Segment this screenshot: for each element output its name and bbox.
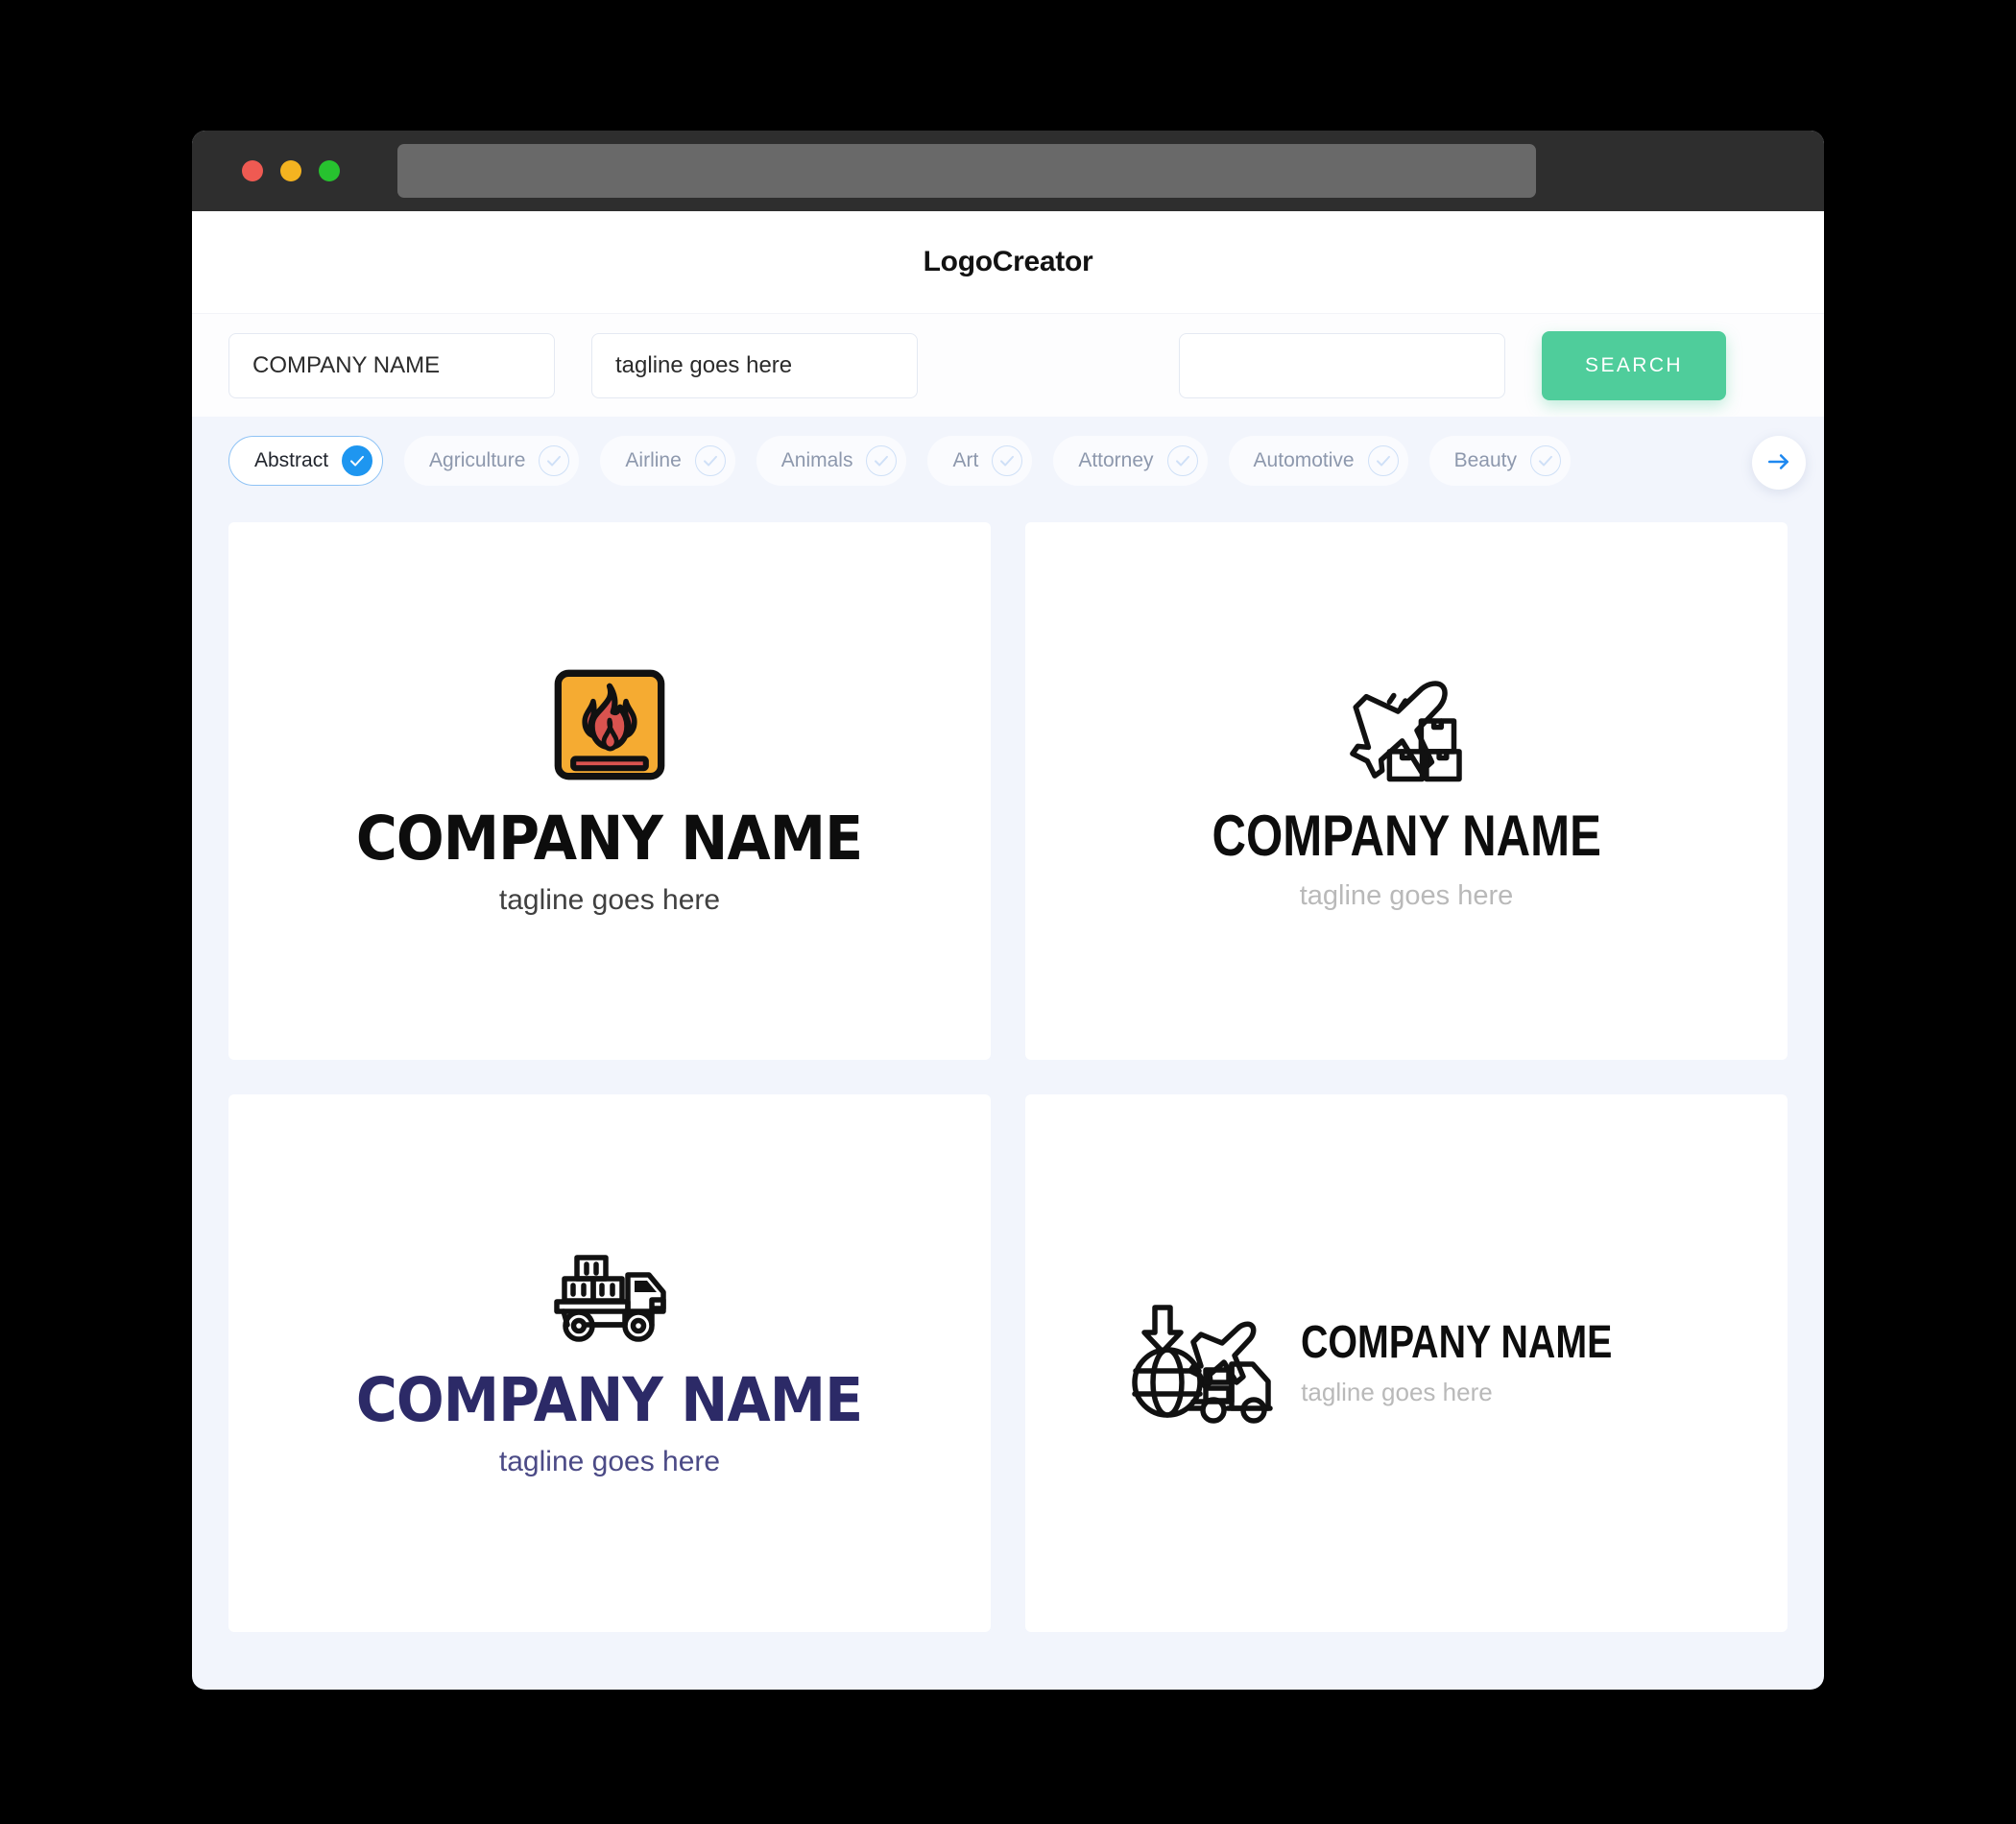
tagline-value: tagline goes here (615, 351, 793, 378)
logo-company-name: COMPANY NAME (356, 1364, 863, 1435)
window-controls (242, 160, 340, 181)
logo-card[interactable]: COMPANY NAME tagline goes here (228, 1094, 991, 1632)
category-chip-automotive[interactable]: Automotive (1228, 436, 1408, 486)
close-window-button[interactable] (242, 160, 263, 181)
categories-next-button[interactable] (1752, 436, 1806, 490)
category-chip-airline[interactable]: Airline (600, 436, 735, 486)
check-icon (539, 445, 570, 476)
logo-results-grid: COMPANY NAME tagline goes here COMPANY NA… (192, 505, 1824, 1661)
fire-flame-badge-icon (551, 666, 668, 783)
category-chip-attorney[interactable]: Attorney (1053, 436, 1208, 486)
category-chip-label: Beauty (1453, 449, 1517, 471)
flatbed-truck-crates-icon (548, 1249, 671, 1345)
company-name-value: COMPANY NAME (252, 351, 441, 378)
category-chip-label: Animals (780, 449, 853, 471)
category-chip-agriculture[interactable]: Agriculture (404, 436, 580, 486)
airplane-cargo-boxes-icon (1343, 671, 1470, 782)
check-icon (992, 445, 1023, 476)
tagline-input[interactable]: tagline goes here (591, 332, 918, 398)
browser-titlebar (192, 131, 1824, 211)
app-header: LogoCreator (192, 211, 1824, 313)
logo-tagline: tagline goes here (498, 1445, 721, 1477)
check-icon (1166, 445, 1198, 476)
logo-text-block: COMPANY NAME tagline goes here (1301, 1316, 1681, 1407)
category-chip-label: Automotive (1253, 449, 1355, 471)
category-chip-art[interactable]: Art (927, 436, 1033, 486)
category-chip-label: Attorney (1078, 449, 1154, 471)
category-chip-abstract[interactable]: Abstract (228, 436, 384, 486)
logo-preview: COMPANY NAME tagline goes here (337, 666, 881, 917)
logo-preview: COMPANY NAME tagline goes here (1169, 671, 1644, 912)
logo-tagline: tagline goes here (1301, 1377, 1493, 1406)
search-toolbar: COMPANY NAME tagline goes here SEARCH (192, 313, 1824, 417)
check-icon (694, 445, 726, 476)
category-chip-label: Art (952, 449, 979, 471)
category-chip-label: Abstract (254, 449, 329, 471)
check-icon (1367, 445, 1399, 476)
logo-company-name: COMPANY NAME (356, 803, 863, 874)
logo-card[interactable]: COMPANY NAME tagline goes here (1025, 1094, 1788, 1632)
arrow-right-icon (1766, 449, 1791, 477)
globe-plane-truck-logistics-icon (1132, 1302, 1276, 1425)
logo-company-name: COMPANY NAME (1301, 1316, 1613, 1368)
logo-preview: COMPANY NAME tagline goes here (1132, 1302, 1681, 1425)
company-name-input[interactable]: COMPANY NAME (228, 332, 555, 398)
logo-tagline: tagline goes here (1299, 879, 1514, 911)
category-chip-beauty[interactable]: Beauty (1428, 436, 1571, 486)
logo-company-name: COMPANY NAME (1212, 803, 1601, 868)
logo-preview: COMPANY NAME tagline goes here (337, 1249, 881, 1478)
keyword-input[interactable] (1179, 332, 1505, 398)
maximize-window-button[interactable] (319, 160, 340, 181)
category-chip-label: Airline (625, 449, 682, 471)
check-icon (342, 445, 373, 476)
address-bar[interactable] (397, 144, 1536, 198)
check-icon (866, 445, 898, 476)
browser-window: LogoCreator COMPANY NAME tagline goes he… (192, 131, 1824, 1690)
minimize-window-button[interactable] (280, 160, 301, 181)
category-chip-animals[interactable]: Animals (756, 436, 907, 486)
search-button[interactable]: SEARCH (1542, 330, 1726, 400)
app-title: LogoCreator (923, 246, 1093, 277)
logo-card[interactable]: COMPANY NAME tagline goes here (1025, 522, 1788, 1060)
logo-tagline: tagline goes here (498, 883, 721, 916)
check-icon (1530, 445, 1561, 476)
logo-card[interactable]: COMPANY NAME tagline goes here (228, 522, 991, 1060)
category-chip-label: Agriculture (429, 449, 526, 471)
category-filter-bar: Abstract Agriculture Airline Animals Art Atto… (192, 417, 1824, 505)
